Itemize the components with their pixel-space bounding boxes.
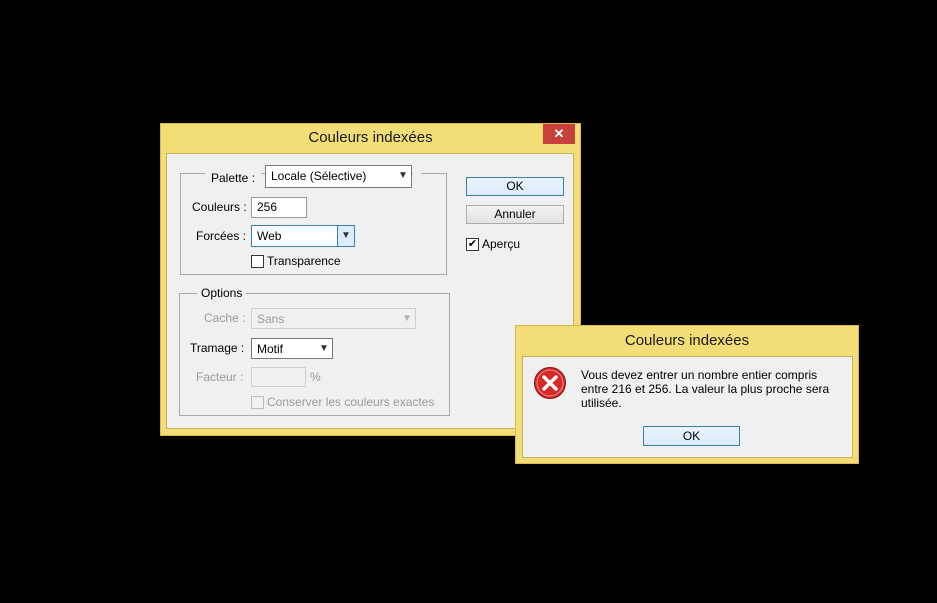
chevron-down-icon: ▼	[337, 226, 354, 246]
palette-value: Locale (Sélective)	[271, 169, 367, 183]
alert-message-line2: entre 216 et 256. La valeur la plus proc…	[581, 382, 830, 396]
facteur-input[interactable]	[251, 367, 306, 387]
cache-label: Cache :	[204, 311, 246, 325]
apercu-label: Aperçu	[482, 237, 521, 251]
cache-value: Sans	[257, 312, 285, 326]
tramage-label: Tramage :	[190, 341, 245, 355]
tramage-value: Motif	[257, 342, 284, 356]
chevron-down-icon: ▼	[398, 170, 408, 181]
alert-message-line3: utilisée.	[581, 396, 622, 410]
forcees-label: Forcées :	[196, 229, 247, 243]
alert-body: Vous devez entrer un nombre entier compr…	[522, 356, 853, 458]
cache-select[interactable]: Sans ▼	[251, 308, 416, 329]
palette-label: Palette :	[205, 170, 262, 186]
couleurs-input[interactable]: 256	[251, 197, 307, 218]
alert-title: Couleurs indexées	[624, 332, 750, 349]
checkmark-icon: ✔	[467, 238, 478, 250]
facteur-label: Facteur :	[196, 370, 244, 384]
dialog-body: Palette : Locale (Sélective) ▼ Couleurs …	[166, 153, 574, 429]
palette-select[interactable]: Locale (Sélective) ▼	[265, 165, 412, 188]
close-icon: ✕	[553, 126, 565, 141]
close-button[interactable]: ✕	[543, 124, 575, 144]
facteur-unit: %	[310, 370, 321, 384]
couleurs-value: 256	[257, 200, 278, 214]
alert-dialog: Couleurs indexées Vous devez entrer un n…	[515, 325, 859, 464]
transparence-label: Transparence	[267, 254, 341, 268]
apercu-checkbox[interactable]: ✔	[466, 238, 479, 251]
couleurs-label: Couleurs :	[192, 200, 247, 214]
alert-message-line1: Vous devez entrer un nombre entier compr…	[581, 368, 818, 382]
tramage-select[interactable]: Motif ▼	[251, 338, 333, 359]
cancel-button[interactable]: Annuler	[466, 205, 564, 224]
forcees-value: Web	[257, 229, 282, 243]
options-legend: Options	[197, 285, 247, 301]
ok-button[interactable]: OK	[466, 177, 564, 196]
chevron-down-icon: ▼	[402, 313, 412, 324]
error-icon	[534, 367, 566, 399]
forcees-select[interactable]: Web ▼	[251, 225, 355, 247]
conserver-checkbox[interactable]	[251, 396, 264, 409]
dialog-title: Couleurs indexées	[308, 129, 433, 146]
chevron-down-icon: ▼	[319, 343, 329, 354]
transparence-checkbox[interactable]	[251, 255, 264, 268]
alert-ok-button[interactable]: OK	[643, 426, 740, 446]
conserver-label: Conserver les couleurs exactes	[267, 395, 435, 409]
group-gap	[413, 173, 421, 176]
